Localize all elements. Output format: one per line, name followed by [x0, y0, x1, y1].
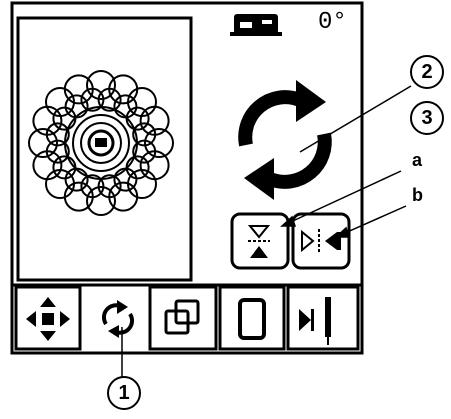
- tab-resize[interactable]: [148, 285, 218, 351]
- rotate-arrows-icon[interactable]: [238, 80, 332, 200]
- design-preview: [16, 16, 193, 282]
- callout-b: b: [412, 185, 423, 205]
- tab-hoop[interactable]: [218, 285, 286, 351]
- tab-needle[interactable]: [286, 285, 360, 351]
- sewing-machine-icon: [230, 14, 282, 36]
- tab-bar: [12, 283, 362, 351]
- tab-rotate[interactable]: [102, 300, 134, 338]
- mirror-horizontal-button[interactable]: [291, 212, 351, 270]
- embroidery-edit-screen: [10, 1, 412, 378]
- callout-a: a: [412, 150, 423, 170]
- rotation-angle-readout: 0°: [318, 10, 347, 36]
- tab-move[interactable]: [14, 285, 82, 351]
- callout-3: 3: [410, 101, 444, 135]
- mirror-vertical-button[interactable]: [230, 212, 290, 270]
- angle-unit: °: [332, 9, 347, 36]
- rotate-icon: [102, 300, 134, 338]
- angle-value: 0: [318, 9, 333, 36]
- callout-2: 2: [410, 55, 444, 89]
- preview-frame: [16, 16, 193, 282]
- callout-1: 1: [107, 376, 141, 410]
- embroidery-design-icon: [28, 70, 174, 216]
